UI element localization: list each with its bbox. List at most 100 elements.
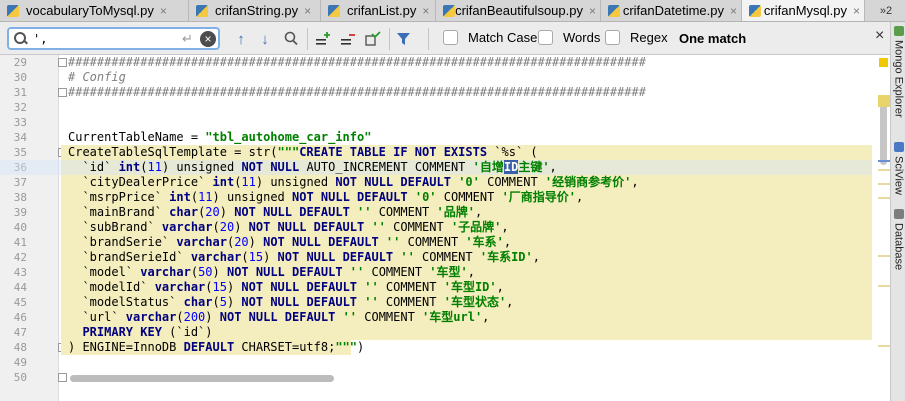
line-number: 32 bbox=[13, 101, 27, 114]
match-case-checkbox[interactable]: Match Case bbox=[443, 30, 537, 45]
close-tab-icon[interactable]: × bbox=[730, 4, 737, 18]
remove-occurrence-icon[interactable] bbox=[338, 29, 358, 49]
code-line: CurrentTableName = "tbl_autohome_car_inf… bbox=[68, 130, 372, 144]
regex-box[interactable] bbox=[605, 30, 620, 45]
tab-label: vocabularyToMysql.py bbox=[26, 3, 154, 18]
search-input[interactable]: ', ↵ × bbox=[7, 27, 220, 50]
next-occurrence-icon[interactable]: ↓ bbox=[257, 29, 273, 49]
error-stripe-mark[interactable] bbox=[878, 197, 890, 199]
error-stripe-mark[interactable] bbox=[878, 285, 890, 287]
regex-checkbox[interactable]: Regex bbox=[605, 30, 668, 45]
find-all-icon[interactable] bbox=[282, 29, 300, 49]
error-stripe-mark[interactable] bbox=[878, 169, 890, 171]
add-occurrence-icon[interactable] bbox=[313, 29, 333, 49]
line-number: 38 bbox=[13, 191, 27, 204]
fold-marker[interactable] bbox=[58, 88, 67, 97]
python-file-icon bbox=[195, 4, 211, 18]
horizontal-scrollbar[interactable] bbox=[70, 375, 334, 382]
close-tab-icon[interactable]: × bbox=[160, 4, 167, 18]
tab-label: crifanString.py bbox=[215, 3, 299, 18]
tab-crifanlist[interactable]: crifanList.py × bbox=[321, 0, 436, 21]
line-number: 48 bbox=[13, 341, 27, 354]
python-file-icon bbox=[748, 4, 761, 18]
clear-search-icon[interactable]: × bbox=[200, 30, 216, 47]
tab-label: crifanDatetime.py bbox=[622, 3, 724, 18]
tool-window-label: Mongo Explorer bbox=[892, 40, 905, 118]
tab-vocabularytomysql[interactable]: vocabularyToMysql.py × bbox=[0, 0, 189, 21]
line-number: 30 bbox=[13, 71, 27, 84]
close-find-bar-icon[interactable]: × bbox=[875, 27, 884, 45]
line-number: 46 bbox=[13, 311, 27, 324]
code-line: ########################################… bbox=[68, 85, 646, 99]
code-line: ) ENGINE=InnoDB DEFAULT CHARSET=utf8;"""… bbox=[68, 340, 365, 354]
fold-marker[interactable] bbox=[58, 373, 67, 382]
tool-window-database[interactable]: Database bbox=[891, 209, 905, 270]
line-number: 40 bbox=[13, 221, 27, 234]
mongo-explorer-icon bbox=[893, 26, 904, 36]
close-tab-icon[interactable]: × bbox=[422, 4, 429, 18]
line-number: 37 bbox=[13, 176, 27, 189]
close-tab-icon[interactable]: × bbox=[853, 4, 860, 18]
line-number: 29 bbox=[13, 56, 27, 69]
search-match: ID bbox=[503, 160, 519, 174]
code-line: ########################################… bbox=[68, 55, 646, 69]
python-file-icon bbox=[607, 4, 620, 18]
close-tab-icon[interactable]: × bbox=[304, 4, 311, 18]
tool-window-label: SciView bbox=[892, 156, 905, 195]
line-number: 50 bbox=[13, 371, 27, 384]
tool-window-strip: Mongo Explorer SciView Database bbox=[890, 22, 905, 401]
enter-icon: ↵ bbox=[182, 30, 193, 46]
search-value[interactable]: ', bbox=[33, 32, 182, 46]
tab-crifandatetime[interactable]: crifanDatetime.py × bbox=[601, 0, 742, 21]
code-line: # Config bbox=[68, 70, 126, 84]
code-line: `modelStatus` char(5) NOT NULL DEFAULT '… bbox=[68, 295, 514, 309]
regex-label: Regex bbox=[630, 30, 668, 45]
match-case-label: Match Case bbox=[468, 30, 538, 45]
words-label: Words bbox=[563, 30, 601, 45]
code-line: `mainBrand` char(20) NOT NULL DEFAULT ''… bbox=[68, 205, 483, 219]
tool-window-sciview[interactable]: SciView bbox=[891, 142, 905, 195]
tab-crifanmysql[interactable]: crifanMysql.py × bbox=[742, 0, 865, 21]
line-number: 45 bbox=[13, 296, 27, 309]
filter-icon[interactable] bbox=[394, 29, 414, 49]
error-stripe-mark[interactable] bbox=[878, 160, 890, 162]
match-case-box[interactable] bbox=[443, 30, 458, 45]
python-file-icon bbox=[442, 4, 456, 18]
editor-tab-bar: vocabularyToMysql.py × crifanString.py ×… bbox=[0, 0, 905, 22]
find-bar: ', ↵ × ↑ ↓ Match Case Words Regex One ma… bbox=[0, 22, 890, 55]
line-number: 34 bbox=[13, 131, 27, 144]
line-number: 39 bbox=[13, 206, 27, 219]
inspection-status-icon[interactable] bbox=[879, 58, 888, 67]
tool-window-mongo-explorer[interactable]: Mongo Explorer bbox=[891, 26, 905, 118]
toolbar-separator bbox=[428, 28, 429, 50]
tab-crifanbeautifulsoup[interactable]: crifanBeautifulsoup.py × bbox=[436, 0, 601, 21]
line-number: 33 bbox=[13, 116, 27, 129]
previous-occurrence-icon[interactable]: ↑ bbox=[233, 29, 249, 49]
words-checkbox[interactable]: Words bbox=[538, 30, 600, 45]
close-tab-icon[interactable]: × bbox=[589, 4, 596, 18]
code-line: PRIMARY KEY (`id`) bbox=[68, 325, 213, 339]
tab-crifanstring[interactable]: crifanString.py × bbox=[189, 0, 321, 21]
error-stripe-mark[interactable] bbox=[878, 255, 890, 257]
error-stripe-mark[interactable] bbox=[878, 345, 890, 347]
line-number: 47 bbox=[13, 326, 27, 339]
code-editor[interactable]: 29 30 31 32 33 34 35 36 37 38 39 40 41 4… bbox=[0, 55, 890, 401]
line-number: 49 bbox=[13, 356, 27, 369]
line-number: 31 bbox=[13, 86, 27, 99]
code-line: `brandSerie` varchar(20) NOT NULL DEFAUL… bbox=[68, 235, 512, 249]
line-number: 41 bbox=[13, 236, 27, 249]
code-line: `id` int(11) unsigned NOT NULL AUTO_INCR… bbox=[68, 160, 557, 174]
error-stripe-mark[interactable] bbox=[878, 95, 890, 107]
line-number: 35 bbox=[13, 146, 27, 159]
database-icon bbox=[893, 209, 904, 219]
more-tabs-button[interactable]: »2 bbox=[867, 0, 905, 21]
code-line: `brandSerieId` varchar(15) NOT NULL DEFA… bbox=[68, 250, 540, 264]
words-box[interactable] bbox=[538, 30, 553, 45]
error-stripe-mark[interactable] bbox=[878, 183, 890, 185]
search-icon[interactable] bbox=[9, 29, 33, 48]
toolbar-separator bbox=[307, 28, 308, 50]
select-all-occurrences-icon[interactable] bbox=[363, 29, 383, 49]
line-number: 42 bbox=[13, 251, 27, 264]
code-line: `modelId` varchar(15) NOT NULL DEFAULT '… bbox=[68, 280, 504, 294]
fold-marker[interactable] bbox=[58, 58, 67, 67]
